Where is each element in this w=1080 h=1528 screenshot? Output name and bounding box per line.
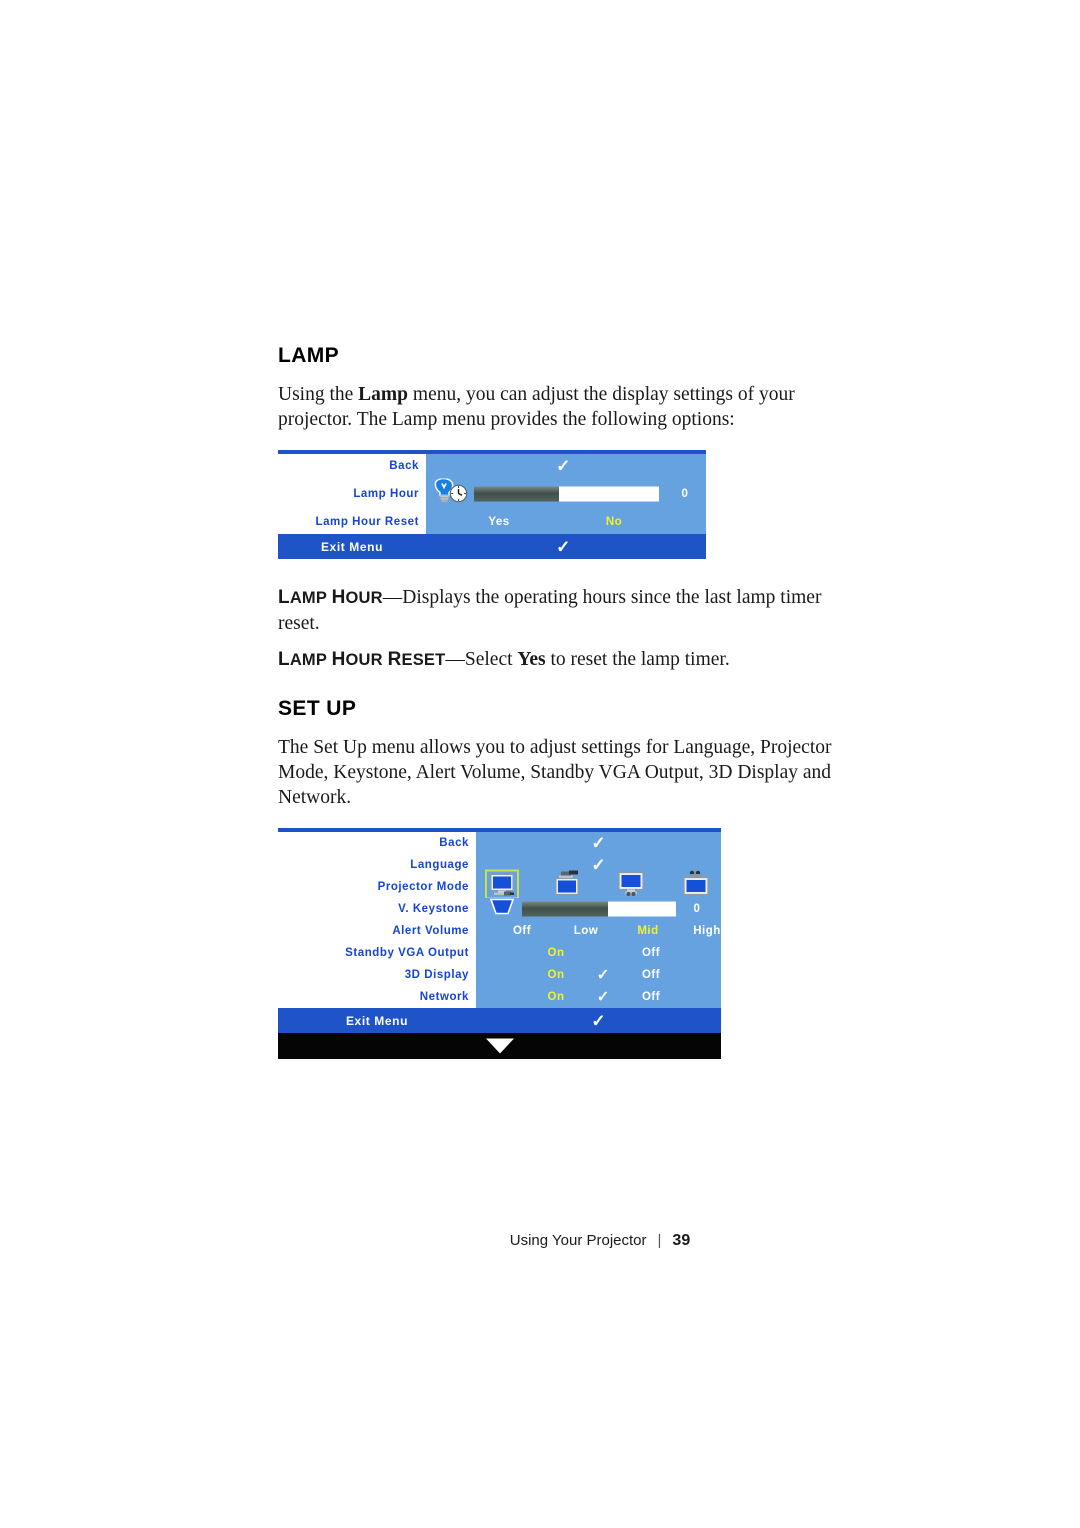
- document-page: LAMP Using the Lamp menu, you can adjust…: [0, 0, 1080, 1528]
- lamp-osd-label-lamp-hour: Lamp Hour: [278, 478, 426, 510]
- check-icon: ✓: [591, 833, 606, 853]
- 3d-display-off[interactable]: Off: [642, 969, 660, 981]
- setup-osd-row-back[interactable]: Back ✓: [278, 832, 721, 854]
- keystone-trapezoid-icon: [489, 897, 515, 922]
- lamp-intro-paragraph: Using the Lamp menu, you can adjust the …: [278, 382, 838, 432]
- lamp-hour-reset-dash: —: [445, 649, 465, 670]
- lamp-osd-values-back: ✓: [426, 454, 706, 478]
- alert-volume-high[interactable]: High: [693, 925, 721, 937]
- alert-volume-low[interactable]: Low: [574, 925, 599, 937]
- v-keystone-slider[interactable]: [522, 901, 676, 917]
- v-keystone-value: 0: [693, 903, 701, 915]
- setup-osd-values-projector-mode: [476, 869, 721, 900]
- lamp-intro-part-a: Using the: [278, 384, 359, 405]
- setup-osd-values-3d-display: On ✓ Off: [476, 964, 721, 986]
- chevron-down-icon[interactable]: [485, 1038, 514, 1054]
- setup-osd-row-3d-display[interactable]: 3D Display On ✓ Off: [278, 964, 721, 986]
- lamp-osd-exit-menu[interactable]: Exit Menu ✓: [278, 534, 706, 559]
- setup-osd-label-v-keystone: V. Keystone: [278, 898, 476, 920]
- setup-osd-values-network: On ✓ Off: [476, 986, 721, 1008]
- setup-osd-values-standby-vga-output: On Off: [476, 942, 721, 964]
- lamp-hour-reset-desc-bold: Yes: [517, 649, 546, 670]
- footer-page-number: 39: [672, 1232, 691, 1249]
- setup-osd-row-projector-mode[interactable]: Projector Mode: [278, 869, 721, 900]
- setup-osd-row-network[interactable]: Network On ✓ Off: [278, 986, 721, 1008]
- alert-volume-mid[interactable]: Mid: [637, 925, 658, 937]
- lamp-intro-bold: Lamp: [358, 384, 409, 405]
- lamp-osd-row-lamp-hour[interactable]: Lamp Hour 0: [278, 477, 706, 510]
- page-content: LAMP Using the Lamp menu, you can adjust…: [278, 344, 838, 1059]
- check-icon: ✓: [556, 456, 571, 476]
- setup-osd-exit-label: Exit Menu: [345, 1013, 409, 1028]
- setup-osd-values-alert-volume: Off Low Mid High: [476, 920, 721, 942]
- lamp-osd-values-lamp-hour-reset: Yes No: [426, 510, 706, 534]
- footer-chapter-title: Using Your Projector: [509, 1232, 647, 1249]
- setup-osd-body: Back ✓ Language ✓ Projector Mode V. Keys…: [278, 832, 721, 1008]
- check-icon: ✓: [591, 855, 606, 875]
- lamp-hour-definition: LAMP HOUR—Displays the operating hours s…: [278, 585, 838, 637]
- lamp-hour-reset-definition: LAMP HOUR RESET—Select Yes to reset the …: [278, 647, 838, 673]
- lamp-hour-reset-desc-post: to reset the lamp timer.: [545, 649, 730, 670]
- setup-osd-scroll-indicator-bar: [278, 1033, 721, 1059]
- network-on[interactable]: On: [548, 991, 565, 1003]
- lamp-hour-slider-fill: [474, 486, 560, 502]
- setup-osd-exit-values: ✓: [476, 1008, 721, 1033]
- lamp-osd-row-back[interactable]: Back ✓: [278, 454, 706, 478]
- standby-vga-output-on[interactable]: On: [548, 947, 565, 959]
- lamp-hour-term: LAMP HOUR: [278, 587, 383, 608]
- standby-vga-output-off[interactable]: Off: [642, 947, 660, 959]
- 3d-display-on[interactable]: On: [548, 969, 565, 981]
- setup-osd-label-projector-mode: Projector Mode: [278, 876, 476, 898]
- setup-osd-label-network: Network: [278, 986, 476, 1008]
- setup-osd-row-standby-vga-output[interactable]: Standby VGA Output On Off: [278, 942, 721, 964]
- check-icon: ✓: [591, 1011, 606, 1030]
- setup-section-heading: SET UP: [278, 697, 357, 720]
- setup-osd-values-back: ✓: [476, 832, 721, 854]
- lamp-hour-reset-term: LAMP HOUR RESET: [278, 649, 446, 670]
- setup-osd-label-back: Back: [278, 832, 476, 854]
- lamp-hour-value: 0: [681, 488, 689, 500]
- lamp-osd-exit-label: Exit Menu: [320, 539, 384, 554]
- setup-osd-menu[interactable]: Back ✓ Language ✓ Projector Mode V. Keys…: [278, 828, 721, 1059]
- setup-osd-label-3d-display: 3D Display: [278, 964, 476, 986]
- alert-volume-off[interactable]: Off: [513, 925, 531, 937]
- check-icon: ✓: [596, 988, 610, 1006]
- lamp-hour-reset-desc-pre: Select: [464, 649, 518, 670]
- setup-osd-label-language: Language: [278, 854, 476, 876]
- lamp-clock-icon: [430, 477, 470, 510]
- setup-intro-paragraph: The Set Up menu allows you to adjust set…: [278, 737, 832, 808]
- lamp-osd-body: Back ✓ Lamp Hour 0 Lamp Hour Reset Yes N…: [278, 454, 706, 534]
- lamp-osd-exit-values: ✓: [426, 534, 706, 559]
- lamp-osd-values-lamp-hour: 0: [426, 477, 706, 510]
- check-icon: ✓: [556, 537, 571, 556]
- setup-osd-exit-menu[interactable]: Exit Menu ✓: [278, 1008, 721, 1033]
- setup-osd-row-v-keystone[interactable]: V. Keystone 0: [278, 898, 721, 920]
- check-icon: ✓: [596, 966, 610, 984]
- setup-osd-row-alert-volume[interactable]: Alert Volume Off Low Mid High: [278, 920, 721, 942]
- network-off[interactable]: Off: [642, 991, 660, 1003]
- lamp-osd-row-lamp-hour-reset[interactable]: Lamp Hour Reset Yes No: [278, 510, 706, 534]
- lamp-osd-label-back: Back: [278, 454, 426, 478]
- lamp-hour-reset-no[interactable]: No: [606, 516, 622, 528]
- lamp-hour-slider[interactable]: [474, 486, 659, 502]
- lamp-hour-reset-yes[interactable]: Yes: [488, 516, 509, 528]
- page-footer: Using Your Projector | 39: [0, 1232, 1080, 1250]
- footer-separator: |: [657, 1232, 662, 1249]
- setup-osd-label-standby-vga-output: Standby VGA Output: [278, 942, 476, 964]
- v-keystone-slider-fill: [522, 901, 609, 917]
- lamp-osd-label-lamp-hour-reset: Lamp Hour Reset: [278, 510, 426, 534]
- lamp-osd-menu[interactable]: Back ✓ Lamp Hour 0 Lamp Hour Reset Yes N…: [278, 450, 706, 559]
- setup-osd-label-alert-volume: Alert Volume: [278, 920, 476, 942]
- lamp-section-heading: LAMP: [278, 344, 340, 367]
- setup-osd-values-v-keystone: 0: [476, 898, 721, 920]
- lamp-hour-dash: —: [382, 587, 403, 608]
